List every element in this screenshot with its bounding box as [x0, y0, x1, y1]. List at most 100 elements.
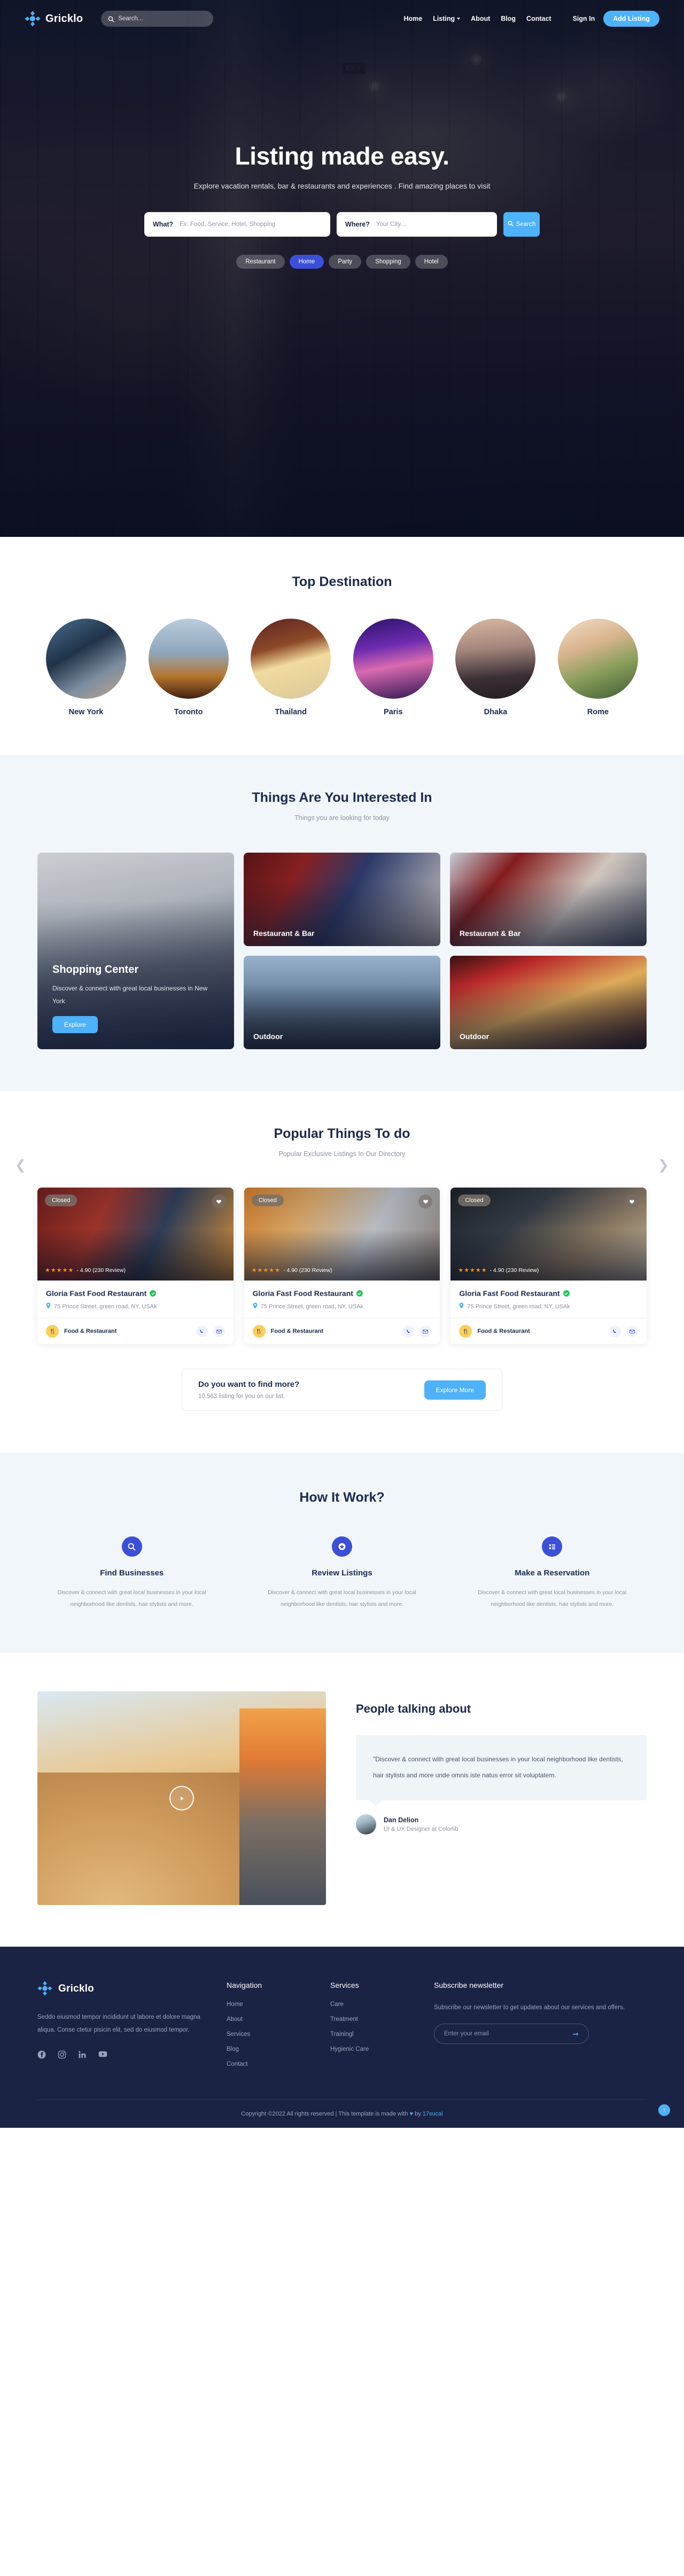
footer-link-about[interactable]: About [227, 2016, 317, 2023]
interested-title: Things Are You Interested In [252, 790, 432, 805]
listing-name: Gloria Fast Food Restaurant [252, 1289, 353, 1298]
footer-brand-column: Gricklo Seddo eiusmod tempor incididunt … [37, 1981, 214, 2067]
favorite-heart-icon[interactable] [212, 1195, 226, 1208]
mail-icon[interactable] [419, 1325, 432, 1337]
feature-card-text: Discover & connect with great local busi… [52, 985, 208, 1005]
testimonial-content: People talking about "Discover & connect… [356, 1691, 647, 1835]
footer-link-services[interactable]: Services [227, 2031, 317, 2038]
listing-card[interactable]: Closed ★★★★★ - 4.90 (230 Review) Gloria … [244, 1188, 440, 1344]
nav-link-about[interactable]: About [471, 15, 490, 22]
sign-in-link[interactable]: Sign In [573, 15, 595, 22]
destination-name: New York [68, 708, 104, 716]
where-field[interactable]: Where? [337, 212, 497, 237]
email-field[interactable] [444, 2031, 573, 2037]
linkedin-icon[interactable] [78, 2050, 87, 2059]
phone-icon[interactable] [196, 1325, 208, 1337]
interest-card-outdoor-2[interactable]: Outdoor [450, 956, 647, 1049]
what-field[interactable]: What? [144, 212, 330, 237]
play-icon[interactable] [169, 1786, 194, 1810]
facebook-icon[interactable] [37, 2050, 46, 2059]
mail-icon[interactable] [213, 1325, 225, 1337]
destination-item[interactable]: Thailand [251, 619, 331, 716]
site-footer: Gricklo Seddo eiusmod tempor incididunt … [0, 1947, 684, 2128]
pill-shopping[interactable]: Shopping [366, 255, 410, 269]
nav-search-box[interactable]: Search... [101, 11, 214, 27]
youtube-icon[interactable] [98, 2050, 107, 2059]
footer-navigation-column: Navigation Home About Services Blog Cont… [227, 1981, 317, 2067]
arrow-right-icon[interactable]: ➞ [572, 2029, 579, 2039]
footer-link-contact[interactable]: Contact [227, 2061, 317, 2067]
interest-card-outdoor[interactable]: Outdoor [244, 956, 440, 1049]
destination-image [148, 619, 229, 699]
rating-text: - 4.90 (230 Review) [76, 1267, 126, 1274]
destination-item[interactable]: New York [46, 619, 126, 716]
footer-link-blog[interactable]: Blog [227, 2046, 317, 2052]
interest-card-shopping-center[interactable]: Shopping Center Discover & connect with … [37, 853, 234, 1049]
destination-item[interactable]: Dhaka [455, 619, 536, 716]
footer-link-training[interactable]: Trainingl [330, 2031, 421, 2038]
nav-link-listing[interactable]: Listing [433, 15, 461, 22]
newsletter-text: Subscribe our newsletter to get updates … [434, 2004, 625, 2011]
step-review-listings: Review Listings Discover & connect with … [247, 1536, 436, 1610]
footer-brand-name: Gricklo [58, 1983, 94, 1994]
destination-image [455, 619, 536, 699]
where-input[interactable] [376, 221, 488, 228]
pill-restaurant[interactable]: Restaurant [236, 255, 285, 269]
where-label: Where? [345, 221, 370, 228]
nav-link-home[interactable]: Home [403, 15, 422, 22]
credit-link[interactable]: 17sucai [423, 2111, 443, 2117]
social-links [37, 2050, 214, 2059]
explore-button[interactable]: Explore [52, 1016, 98, 1033]
destination-item[interactable]: Rome [557, 619, 638, 716]
interest-card-restaurant-bar-2[interactable]: Restaurant & Bar [450, 853, 647, 946]
author-name: Dan Delion [384, 1816, 419, 1824]
nav-link-label: About [471, 15, 491, 22]
scroll-to-top-arrow-up-icon[interactable]: ↑ [658, 2104, 670, 2116]
pill-party[interactable]: Party [329, 255, 362, 269]
nav-link-blog[interactable]: Blog [501, 15, 516, 22]
listing-address: 75 Prince Street, green road, NY, USAk [54, 1303, 157, 1310]
carousel-next-chevron-right-icon[interactable]: ❯ [658, 1157, 669, 1173]
phone-icon[interactable] [609, 1325, 621, 1337]
interest-card-restaurant-bar[interactable]: Restaurant & Bar [244, 853, 440, 946]
pill-home[interactable]: Home [289, 255, 324, 269]
what-input[interactable] [180, 221, 322, 228]
author-role: UI & UX Designer at Colorlib [384, 1826, 458, 1832]
listing-card[interactable]: Closed ★★★★★ - 4.90 (230 Review) Gloria … [37, 1188, 234, 1344]
instagram-icon[interactable] [58, 2050, 66, 2059]
testimonial-video-thumbnail[interactable] [37, 1691, 326, 1905]
nav-link-contact[interactable]: Contact [526, 15, 551, 22]
listing-image: Closed ★★★★★ - 4.90 (230 Review) [450, 1188, 647, 1281]
popular-section: ❮ ❯ Popular Things To do Popular Exclusi… [0, 1091, 684, 1453]
traveler-figure-graphic [239, 1708, 326, 1905]
footer-link-care[interactable]: Care [330, 2001, 421, 2008]
destination-item[interactable]: Toronto [148, 619, 229, 716]
step-text: Discover & connect with great local busi… [57, 1589, 206, 1607]
carousel-prev-chevron-left-icon[interactable]: ❮ [15, 1157, 26, 1173]
explore-more-button[interactable]: Explore More [424, 1380, 486, 1400]
step-title: Find Businesses [100, 1568, 164, 1578]
footer-link-treatment[interactable]: Treatment [330, 2016, 421, 2023]
diamond-cluster-icon [25, 11, 41, 27]
status-badge: Closed [251, 1195, 284, 1206]
phone-icon[interactable] [402, 1325, 415, 1337]
nav-search-placeholder: Search... [118, 15, 143, 22]
newsletter-form[interactable]: ➞ [434, 2024, 589, 2044]
destination-name: Rome [587, 708, 609, 716]
destination-name: Toronto [174, 708, 203, 716]
favorite-heart-icon[interactable] [625, 1195, 639, 1208]
footer-logo[interactable]: Gricklo [37, 1981, 214, 1997]
footer-link-home[interactable]: Home [227, 2001, 317, 2008]
add-listing-button[interactable]: Add Listing [603, 11, 659, 27]
star-rating-icon: ★★★★★ [458, 1267, 487, 1274]
footer-link-hygienic-care[interactable]: Hygienic Care [330, 2046, 421, 2052]
testimonial-title: People talking about [356, 1702, 471, 1715]
listing-card[interactable]: Closed ★★★★★ - 4.90 (230 Review) Gloria … [450, 1188, 647, 1344]
search-button[interactable]: Search [503, 212, 540, 237]
brand-logo[interactable]: Gricklo [25, 11, 83, 27]
hero-section: EXIT Gricklo Search... Home L [0, 0, 684, 537]
mail-icon[interactable] [626, 1325, 638, 1337]
pill-hotel[interactable]: Hotel [415, 255, 448, 269]
interest-card-grid: Restaurant & Bar Shopping Center Discove… [37, 853, 647, 1049]
destination-item[interactable]: Paris [353, 619, 433, 716]
